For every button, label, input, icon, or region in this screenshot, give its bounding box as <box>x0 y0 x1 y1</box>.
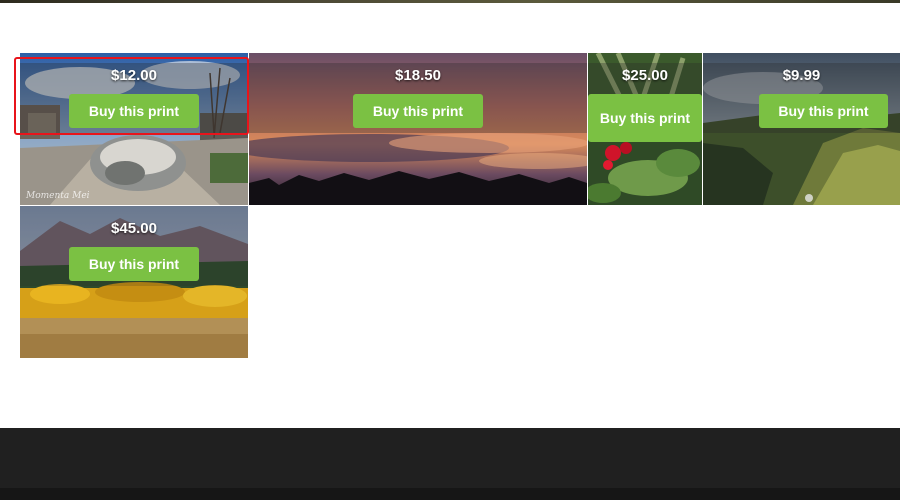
footer <box>0 428 900 488</box>
price-label: $9.99 <box>782 67 821 84</box>
buy-print-button[interactable]: Buy this print <box>69 247 199 281</box>
gallery-item-2[interactable]: $18.50 Buy this print <box>249 53 587 205</box>
buy-print-button[interactable]: Buy this print <box>353 94 483 128</box>
buy-print-button[interactable]: Buy this print <box>759 94 888 128</box>
gallery-item-5[interactable]: $45.00 Buy this print <box>20 206 248 358</box>
price-label: $12.00 <box>111 67 157 84</box>
buy-print-button[interactable]: Buy this print <box>588 94 702 142</box>
buy-print-button[interactable]: Buy this print <box>69 94 199 128</box>
photographer-signature: Momenta Mei <box>26 191 90 201</box>
price-label: $25.00 <box>622 67 668 84</box>
header-image-strip <box>0 0 900 3</box>
gallery-item-1[interactable]: Momenta Mei $12.00 Buy this print <box>20 53 248 205</box>
price-label: $18.50 <box>395 67 441 84</box>
gallery-item-3[interactable]: $25.00 Buy this print <box>588 53 702 205</box>
gallery-item-4[interactable]: $9.99 Buy this print <box>703 53 900 205</box>
price-label: $45.00 <box>111 220 157 237</box>
page: Momenta Mei $12.00 Buy this print $18.50… <box>0 0 900 500</box>
footer-bottom-bar <box>0 488 900 500</box>
